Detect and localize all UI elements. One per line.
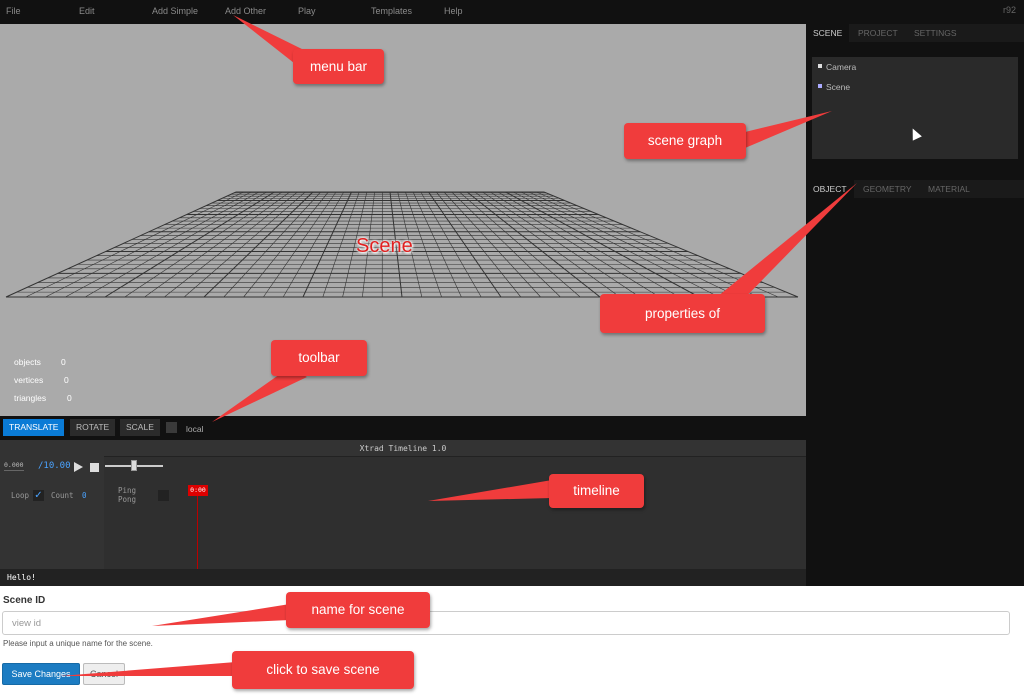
callout-scene-graph: scene graph	[624, 123, 746, 159]
grid-line	[282, 191, 345, 298]
menu-play[interactable]: Play	[298, 6, 316, 16]
grid-line	[443, 191, 541, 298]
callout-click-to-save: click to save scene	[232, 651, 414, 689]
mouse-cursor-icon	[908, 126, 922, 141]
callout-toolbar: toolbar	[271, 340, 367, 376]
timeline-controls	[0, 456, 104, 569]
grid-line	[428, 191, 502, 298]
grid-line	[459, 191, 581, 298]
scene-id-help: Please input a unique name for the scene…	[3, 639, 153, 648]
loop-label: Loop	[11, 491, 30, 500]
sidebar: SCENE PROJECT SETTINGS Camera Scene OBJE…	[806, 24, 1024, 586]
grid-line	[223, 191, 321, 298]
outliner-item-camera[interactable]: Camera	[826, 62, 856, 72]
translate-button[interactable]: TRANSLATE	[3, 419, 65, 436]
timeline-title: Xtrad Timeline 1.0	[0, 440, 806, 457]
grid-line	[489, 191, 660, 298]
menu-templates[interactable]: Templates	[371, 6, 412, 16]
grid-line	[144, 191, 291, 298]
grid-line	[536, 191, 779, 298]
grid-line	[164, 191, 298, 298]
tab-settings[interactable]: SETTINGS	[914, 28, 957, 38]
zoom-slider-handle[interactable]	[131, 460, 137, 471]
time-cursor-line	[197, 496, 198, 569]
loop-checkbox[interactable]: ✓	[33, 490, 44, 501]
grid-line	[302, 191, 352, 298]
grid-line	[520, 191, 739, 298]
scene-callout-label: Scene	[356, 235, 413, 257]
menu-help[interactable]: Help	[444, 6, 463, 16]
grid-line	[474, 191, 620, 298]
camera-bullet-icon	[818, 64, 822, 68]
menu-add-other[interactable]: Add Other	[225, 6, 266, 16]
scene-id-label: Scene ID	[3, 595, 46, 606]
viewport[interactable]: Scene objects 0 vertices 0 triangles 0	[0, 24, 806, 416]
ground-grid	[5, 191, 799, 298]
timeline-status: Hello!	[0, 569, 806, 586]
scale-button[interactable]: SCALE	[120, 419, 160, 436]
grid-line	[497, 191, 680, 298]
grid-line	[528, 191, 759, 298]
scene-bullet-icon	[818, 84, 822, 88]
grid-line	[263, 191, 337, 298]
scene-id-input[interactable]	[2, 611, 1010, 635]
menu-add-simple[interactable]: Add Simple	[152, 6, 198, 16]
tab-project[interactable]: PROJECT	[858, 28, 898, 38]
count-value[interactable]: 0	[82, 491, 87, 500]
rotate-button[interactable]: ROTATE	[70, 419, 116, 436]
timeline-panel: Xtrad Timeline 1.0 0.000 /10.00 Loop ✓ C…	[0, 440, 806, 586]
play-icon[interactable]	[74, 462, 83, 472]
menu-bar: File Edit Add Simple Add Other Play Temp…	[0, 0, 1024, 24]
tab-geometry[interactable]: GEOMETRY	[863, 184, 912, 194]
tab-material[interactable]: MATERIAL	[928, 184, 970, 194]
object-tab-bar: OBJECT GEOMETRY MATERIAL	[806, 180, 1024, 198]
total-time-field[interactable]: /10.00	[38, 461, 71, 471]
tab-scene[interactable]: SCENE	[813, 28, 842, 38]
tab-object[interactable]: OBJECT	[813, 184, 847, 194]
count-label: Count	[51, 491, 74, 500]
current-time-field[interactable]: 0.000	[4, 461, 24, 471]
callout-properties: properties of	[600, 294, 765, 333]
save-changes-button[interactable]: Save Changes	[2, 663, 80, 685]
grid-line	[412, 191, 462, 298]
menu-file[interactable]: File	[6, 6, 21, 16]
callout-name-for-scene: name for scene	[286, 592, 430, 628]
callout-timeline: timeline	[549, 474, 644, 508]
grid-line	[420, 191, 482, 298]
scene-tab-bar: SCENE PROJECT SETTINGS	[806, 24, 1024, 42]
grid-line	[65, 191, 260, 298]
grid-line	[5, 191, 237, 298]
local-checkbox[interactable]	[166, 422, 177, 433]
pingpong-checkbox[interactable]	[158, 490, 169, 501]
cancel-button[interactable]: Cancel	[83, 663, 125, 685]
scene-form: Scene ID Please input a unique name for …	[0, 586, 1024, 699]
menu-edit[interactable]: Edit	[79, 6, 95, 16]
outliner-item-scene[interactable]: Scene	[826, 82, 850, 92]
pingpong-label: Ping Pong	[118, 486, 137, 504]
grid-line	[435, 191, 522, 298]
local-label: local	[186, 424, 204, 434]
stop-icon[interactable]	[90, 463, 99, 472]
grid-line	[104, 191, 275, 298]
grid-line	[85, 191, 267, 298]
toolbar: TRANSLATE ROTATE SCALE local	[0, 416, 806, 440]
grid-line	[243, 191, 329, 298]
time-marker[interactable]: 0:00	[188, 485, 208, 496]
grid-line	[25, 191, 244, 298]
revision-label: r92	[1002, 5, 1016, 15]
scene-outliner[interactable]: Camera Scene	[812, 57, 1018, 159]
grid-line	[322, 191, 360, 298]
callout-menu-bar: menu bar	[293, 49, 384, 84]
